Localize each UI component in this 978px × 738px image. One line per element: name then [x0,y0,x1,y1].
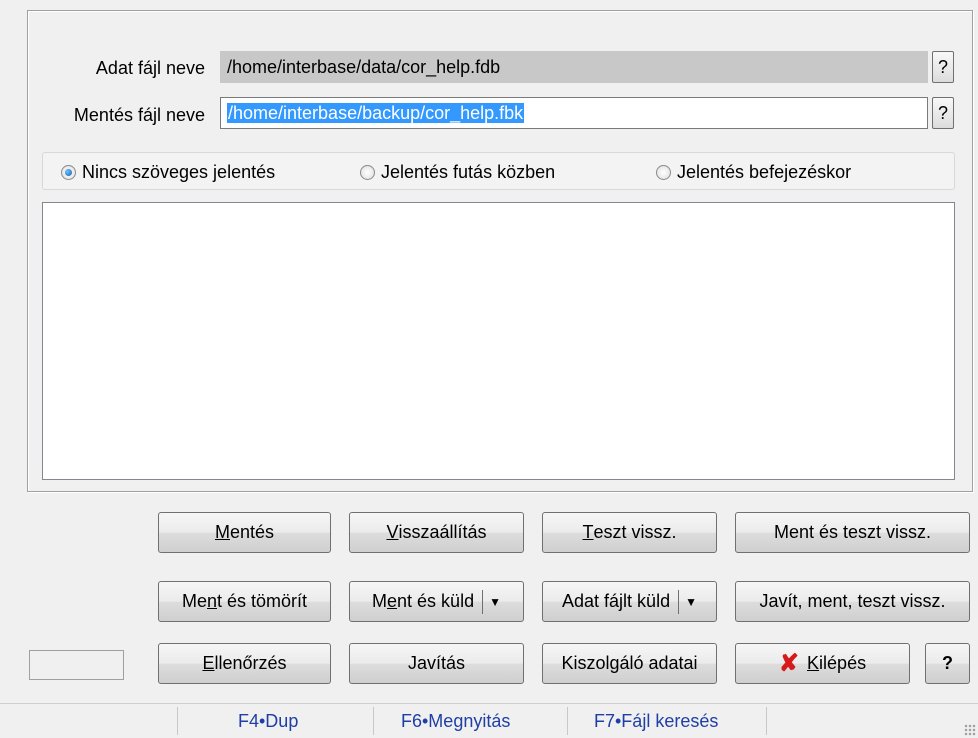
radio-label: Jelentés befejezéskor [677,161,852,182]
exit-button[interactable]: ✘ Kilépés [735,643,910,684]
fix-button[interactable]: Javítás [349,643,524,684]
status-indicator-field [29,650,124,680]
mnemonic-letter: K [807,653,820,673]
button-label: Ment és teszt vissz. [773,522,932,542]
button-label: Kiszolgáló adatai [561,653,698,673]
status-f6-open[interactable]: F6•Megnyitás [401,704,510,738]
radio-report-during-run[interactable]: Jelentés futás közben [360,160,555,184]
resize-grip-icon[interactable] [964,724,976,736]
save-and-send-button[interactable]: Me nt és küld ▼ [349,581,524,622]
send-data-file-button[interactable]: Adat fájlt küld ▼ [542,581,717,622]
status-bar: F4•Dup F6•Megnyitás F7•Fájl keresés [0,703,978,738]
split-divider [678,589,680,614]
backup-file-selected-text: /home/interbase/backup/cor_help.fbk [227,103,525,123]
test-restore-button[interactable]: Teszt vissz. [542,512,717,553]
status-divider [373,707,374,735]
red-x-icon: ✘ [778,649,800,677]
button-label: Javít, ment, teszt vissz. [759,591,946,611]
radio-report-on-finish[interactable]: Jelentés befejezéskor [656,160,851,184]
radio-no-text-report[interactable]: Nincs szöveges jelentés [61,160,275,184]
save-and-test-restore-button[interactable]: Ment és teszt vissz. [735,512,970,553]
status-divider [766,707,767,735]
radio-unselected-icon [656,164,671,180]
split-divider [482,589,484,614]
report-mode-radio-group: Nincs szöveges jelentés Jelentés futás k… [42,152,955,190]
save-and-compress-button[interactable]: Me n t és tömörít [158,581,331,622]
data-file-help-button[interactable]: ? [932,51,954,83]
restore-button[interactable]: Visszaállítás [349,512,524,553]
data-file-label: Adat fájl neve [95,58,205,78]
mnemonic-letter: e [387,591,398,611]
status-f4-dup[interactable]: F4•Dup [238,704,298,738]
radio-label: Jelentés futás közben [381,161,556,182]
label-part: Me [181,591,207,611]
backup-file-label: Mentés fájl neve [73,105,205,125]
data-file-field: /home/interbase/data/cor_help.fdb [220,51,928,83]
report-output-box[interactable] [42,202,955,480]
label-part: llenőrzés [214,653,287,673]
radio-label: Nincs szöveges jelentés [82,161,276,182]
help-button[interactable]: ? [925,643,970,684]
status-f7-file-search[interactable]: F7•Fájl keresés [594,704,718,738]
label-part: ilépés [819,653,867,673]
dropdown-arrow-icon[interactable]: ▼ [685,595,697,609]
dropdown-arrow-icon[interactable]: ▼ [489,595,501,609]
save-button[interactable]: Mentés [158,512,331,553]
label-part: isszaállítás [398,522,487,542]
check-button[interactable]: Ellenőrzés [158,643,331,684]
label-part: entés [229,522,275,542]
radio-unselected-icon [360,164,375,180]
status-divider [177,707,178,735]
backup-file-help-button[interactable]: ? [932,97,954,129]
label-part: eszt vissz. [593,522,677,542]
server-data-button[interactable]: Kiszolgáló adatai [542,643,717,684]
mnemonic-letter: E [202,653,215,673]
status-divider [567,707,568,735]
label-part: M [372,591,388,611]
mnemonic-letter: n [206,591,217,611]
radio-selected-icon [61,164,76,180]
label-part: nt és küld [397,591,475,611]
label-part: t és tömörít [217,591,308,611]
fix-save-test-restore-button[interactable]: Javít, ment, teszt vissz. [735,581,970,622]
button-label: Adat fájlt küld [562,591,671,611]
button-label: ? [942,653,953,673]
mnemonic-letter: T [582,522,594,542]
mnemonic-letter: V [386,522,399,542]
mnemonic-letter: M [214,522,230,542]
backup-file-input[interactable]: /home/interbase/backup/cor_help.fbk [220,97,928,129]
button-label: Javítás [407,653,466,673]
